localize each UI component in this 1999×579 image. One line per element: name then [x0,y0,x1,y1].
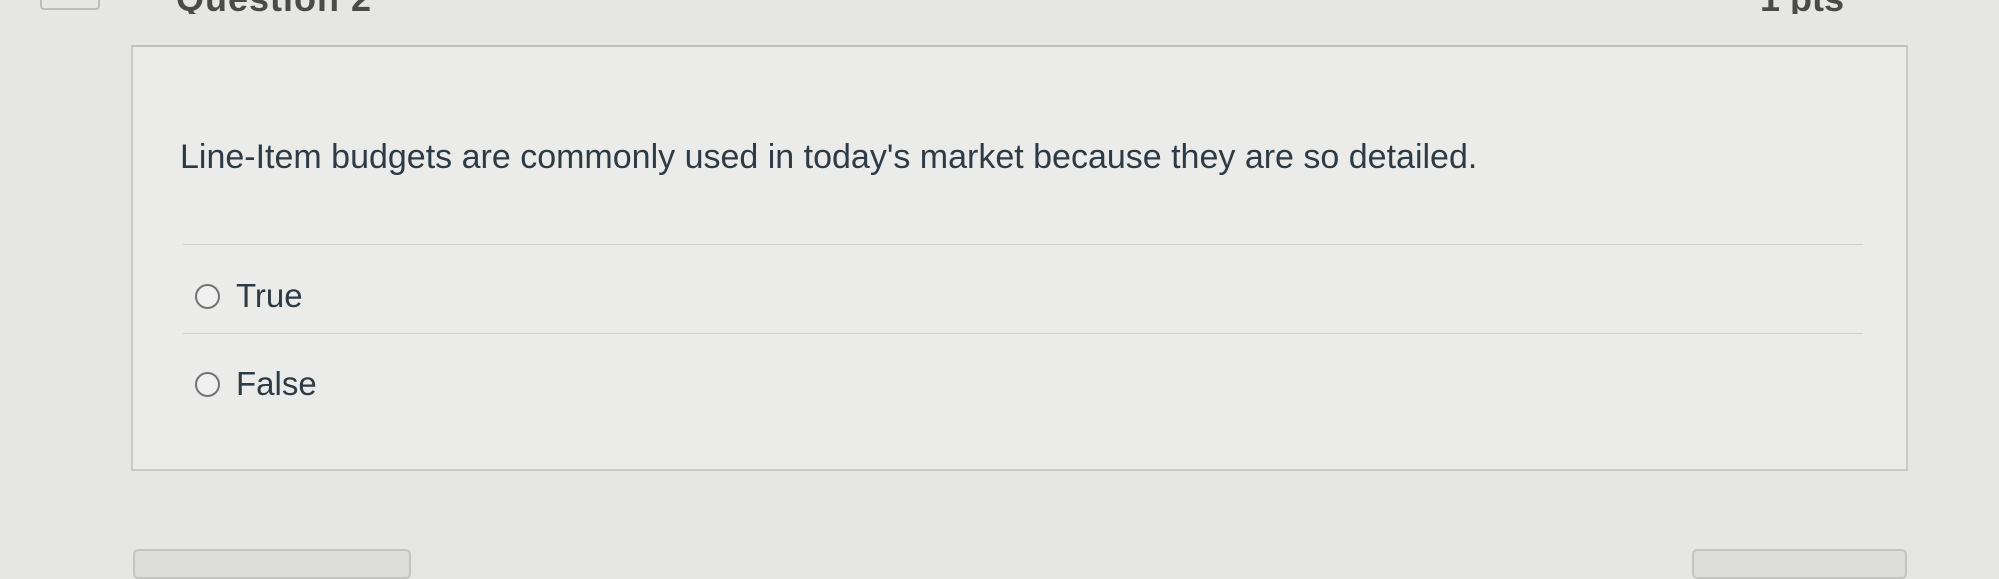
radio-button-true[interactable] [195,283,220,309]
divider [183,244,1863,245]
previous-button[interactable] [133,549,411,579]
question-heading: Question 2 [176,0,372,14]
radio-button-false[interactable] [195,371,220,397]
answer-option-false[interactable]: False [195,364,317,404]
question-header: Question 2 1 pts [0,0,1999,14]
question-text: Line-Item budgets are commonly used in t… [180,138,1478,176]
question-points: 1 pts [1760,0,1844,14]
flag-question-tab[interactable] [40,0,100,10]
next-button[interactable] [1692,549,1907,579]
divider [183,333,1863,334]
answer-label-true[interactable]: True [236,277,303,315]
answer-option-true[interactable]: True [195,276,303,316]
question-card: Line-Item budgets are commonly used in t… [131,45,1908,471]
answer-label-false[interactable]: False [236,365,317,403]
